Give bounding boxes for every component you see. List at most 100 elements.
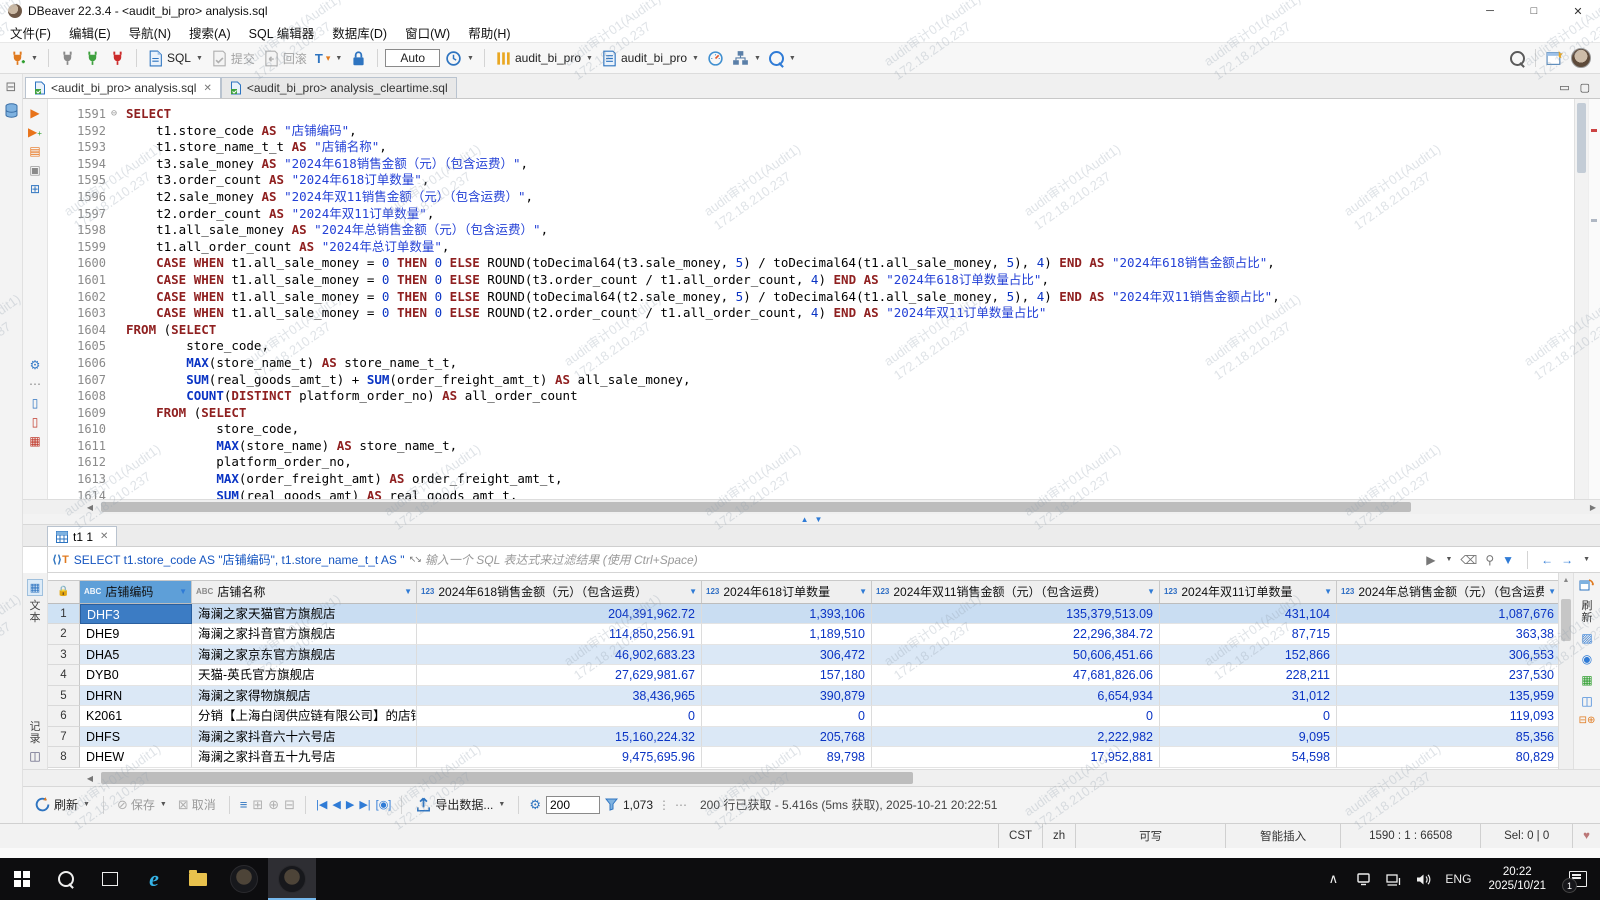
maximize-button[interactable]: □ [1512,0,1556,22]
fold-icon[interactable]: ⊖ [111,106,126,123]
settings-gear-icon[interactable]: ⚙ [30,359,41,371]
table-cell[interactable]: 海澜之家得物旗舰店 [192,685,417,707]
sort-arrow-icon[interactable]: ▼ [1143,587,1155,596]
table-cell[interactable]: 22,296,384.72 [872,624,1160,645]
table-cell[interactable]: 306,553 [1337,644,1558,666]
table-cell[interactable]: 0 [417,706,702,727]
search-tool-button[interactable]: ▼ [766,49,799,68]
code-line[interactable]: 1603 CASE WHEN t1.all_sale_money = 0 THE… [48,305,1574,322]
error-doc-icon[interactable]: ▯ [32,416,39,428]
editor-results-sash[interactable]: ▲ ▼ [23,514,1600,525]
row-number[interactable]: 3 [48,644,80,666]
copy-row-icon[interactable]: ⊕ [268,798,279,811]
table-cell[interactable]: 17,952,881 [872,747,1160,768]
scroll-left-icon[interactable]: ◀ [83,503,97,512]
action-center-button[interactable]: 1 [1556,858,1600,900]
table-cell[interactable]: 海澜之家京东官方旗舰店 [192,644,417,666]
table-cell[interactable]: DHA5 [80,644,192,666]
table-cell[interactable]: DHRN [80,685,192,707]
table-cell[interactable]: 87,715 [1160,624,1337,645]
grid-horizontal-scrollbar[interactable]: ◀ [23,769,1600,786]
export-from-query-icon[interactable]: ⊞ [30,183,40,195]
execute-statement-icon[interactable]: ▶ [30,107,39,119]
sash-collapse-down-icon[interactable]: ▼ [815,515,823,524]
more-dots-icon[interactable]: ⋯ [29,378,41,390]
save-results-button[interactable]: ⊘ 保存 ▼ [114,794,170,815]
refresh-results-button[interactable]: 刷新 ▼ [31,794,93,815]
database-navigator-icon[interactable] [4,103,19,119]
table-cell[interactable]: 431,104 [1160,603,1337,625]
table-cell[interactable]: 1,189,510 [702,624,872,645]
table-cell[interactable]: 分销【上海白阔供应链有限公司】的店铺 [192,706,417,727]
custom-filter-icon[interactable]: ⟨⟩T [52,553,69,566]
table-cell[interactable]: 47,681,826.06 [872,665,1160,686]
transaction-mode-select[interactable]: Auto [385,49,441,67]
cancel-results-button[interactable]: ⊠ 取消 [175,794,219,815]
edit-filter-icon[interactable]: ⚲ [1485,553,1494,567]
perspective-button[interactable] [1543,48,1566,69]
code-line[interactable]: 1593 t1.store_name_t_t AS "店铺名称", [48,139,1574,156]
table-cell[interactable]: DHF3 [80,603,192,625]
commit-button[interactable]: 提交 [208,48,258,69]
table-cell[interactable]: 6,654,934 [872,685,1160,707]
table-cell[interactable]: 2,222,982 [872,726,1160,748]
reconnect-button[interactable] [81,48,104,69]
tab-close-icon[interactable]: ✕ [203,83,211,94]
refresh-grid-icon[interactable] [1579,577,1595,593]
record-view-tab[interactable]: 记录 [30,721,41,745]
editor-code[interactable]: 1591 ⊖ SELECT 1592 t1.store_code AS "店铺编码",… [48,99,1574,499]
table-cell[interactable]: 1,393,106 [702,603,872,625]
last-row-icon[interactable]: ▶| [359,798,370,811]
row-number[interactable]: 6 [48,706,80,727]
table-cell[interactable]: 54,598 [1160,747,1337,768]
row-number[interactable]: 4 [48,665,80,686]
results-tab-close-icon[interactable]: ✕ [100,531,108,542]
schema-selector[interactable]: audit_bi_pro ▼ [598,48,702,69]
menu-item[interactable]: 帮助(H) [468,23,510,42]
dbeaver-taskbar-button-1[interactable] [220,858,268,900]
transaction-log-button[interactable]: T ▾ ▼ [312,50,345,67]
sort-arrow-icon[interactable]: ▼ [855,587,867,596]
tray-expand-icon[interactable]: ∧ [1318,858,1348,900]
lock-button[interactable] [347,48,370,69]
input-language-indicator[interactable]: ENG [1438,858,1478,900]
table-cell[interactable]: 50,606,451.66 [872,644,1160,666]
close-button[interactable]: ✕ [1556,0,1600,22]
menu-item[interactable]: SQL 编辑器 [249,23,315,42]
refresh-vertical-label[interactable]: 刷新 [1582,600,1593,624]
filter-input[interactable]: 输入一个 SQL 表达式来过滤结果 (使用 Ctrl+Space) [425,551,1421,568]
menu-item[interactable]: 搜索(A) [189,23,231,42]
table-cell[interactable]: 0 [872,706,1160,727]
new-connection-button[interactable]: ▼ [6,48,41,69]
table-cell[interactable]: 390,879 [702,685,872,707]
row-number[interactable]: 8 [48,747,80,768]
tray-network-icon[interactable] [1378,858,1408,900]
menu-item[interactable]: 窗口(W) [405,23,450,42]
history-back-icon[interactable]: ← [1541,553,1553,567]
editor-horizontal-scrollbar[interactable]: ◀ ▶ [23,499,1600,514]
column-header[interactable]: 123 2024年618销售金额（元）（包含运费） ▼ [417,580,702,603]
execute-script-icon[interactable]: ▤ [29,145,40,157]
menu-item[interactable]: 编辑(E) [69,23,111,42]
start-button[interactable] [0,858,44,900]
column-header[interactable]: ABC 店铺名称 ▼ [192,580,417,603]
table-cell[interactable]: 0 [1160,706,1337,727]
network-tools-button[interactable]: ▼ [729,48,764,69]
explain-plan-icon[interactable]: ▣ [29,164,40,176]
table-cell[interactable]: 0 [702,706,872,727]
code-line[interactable]: 1591 ⊖ SELECT [48,106,1574,123]
grid-scroll-left-icon[interactable]: ◀ [83,774,97,783]
code-line[interactable]: 1611 MAX(store_name) AS store_name_t, [48,438,1574,455]
code-line[interactable]: 1604 FROM (SELECT [48,322,1574,339]
prev-row-icon[interactable]: ◀ [332,798,340,811]
table-row[interactable]: 7 DHFS 海澜之家抖音六十六号店 15,160,224.32 205,768 2,22… [48,726,1558,748]
table-cell[interactable]: DHFS [80,726,192,748]
column-header[interactable]: 123 2024年双11销售金额（元）（包含运费） ▼ [872,580,1160,603]
code-line[interactable]: 1601 CASE WHEN t1.all_sale_money = 0 THE… [48,272,1574,289]
taskbar-search-button[interactable] [44,858,88,900]
table-cell[interactable]: 89,798 [702,747,872,768]
apply-filter-icon[interactable]: ▶ [1426,553,1435,567]
results-tab[interactable]: t1 1 ✕ [47,526,118,547]
table-cell[interactable]: 海澜之家天猫官方旗舰店 [192,603,417,625]
table-cell[interactable]: 38,436,965 [417,685,702,707]
